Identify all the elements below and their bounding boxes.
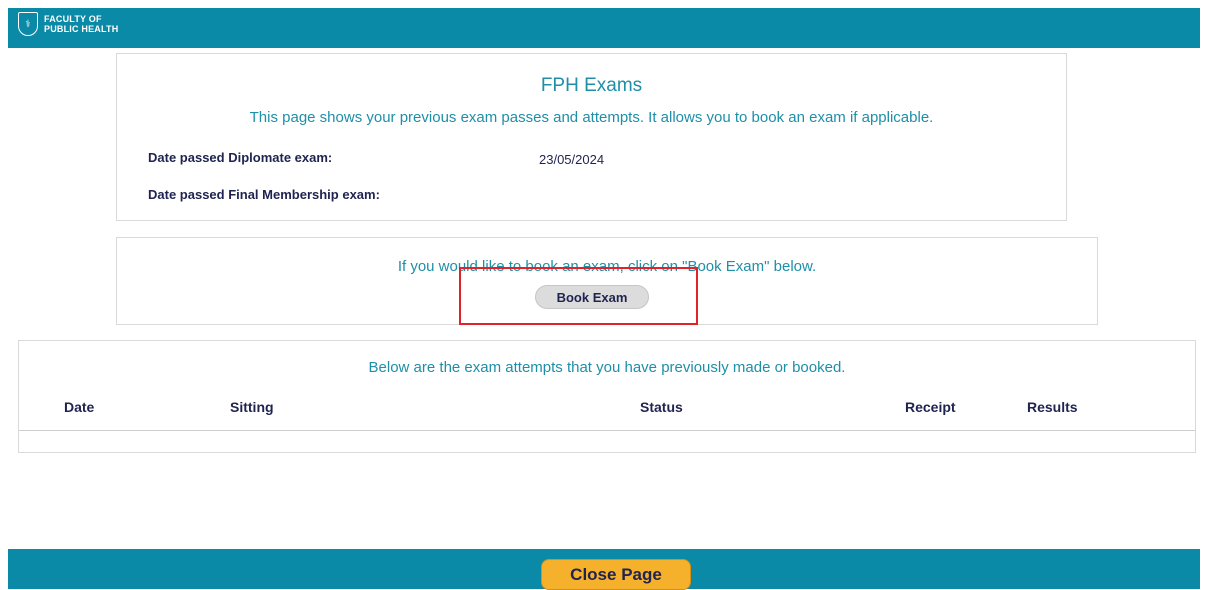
table-header-divider [19,430,1195,431]
faculty-logo[interactable]: ⚕ FACULTY OF PUBLIC HEALTH [18,12,118,36]
exam-passes-panel: FPH Exams This page shows your previous … [116,53,1067,221]
shield-crest-icon: ⚕ [18,12,38,36]
final-membership-date-label: Date passed Final Membership exam: [148,187,380,202]
logo-line-2: PUBLIC HEALTH [44,24,119,34]
diplomate-date-label: Date passed Diplomate exam: [148,150,333,165]
logo-line-1: FACULTY OF [44,14,102,24]
diplomate-date-value: 23/05/2024 [539,152,605,167]
book-exam-panel: If you would like to book an exam, click… [116,237,1098,325]
column-header-results: Results [1027,399,1078,415]
bottom-footer-bar: Close Page [8,549,1200,590]
page-title: FPH Exams [540,75,643,96]
exam-attempts-panel: Below are the exam attempts that you hav… [18,340,1196,453]
book-exam-instructions: If you would like to book an exam, click… [397,258,817,275]
column-header-sitting: Sitting [230,399,274,415]
column-header-date: Date [64,399,95,415]
intro-text: This page shows your previous exam passe… [249,109,934,126]
close-page-button[interactable]: Close Page [541,559,691,590]
logo-text: FACULTY OF PUBLIC HEALTH [44,14,118,34]
column-header-receipt: Receipt [905,399,956,415]
attempts-description: Below are the exam attempts that you hav… [368,359,846,376]
book-exam-button[interactable]: Book Exam [535,285,649,309]
top-header-bar: ⚕ FACULTY OF PUBLIC HEALTH [8,8,1200,48]
column-header-status: Status [640,399,683,415]
